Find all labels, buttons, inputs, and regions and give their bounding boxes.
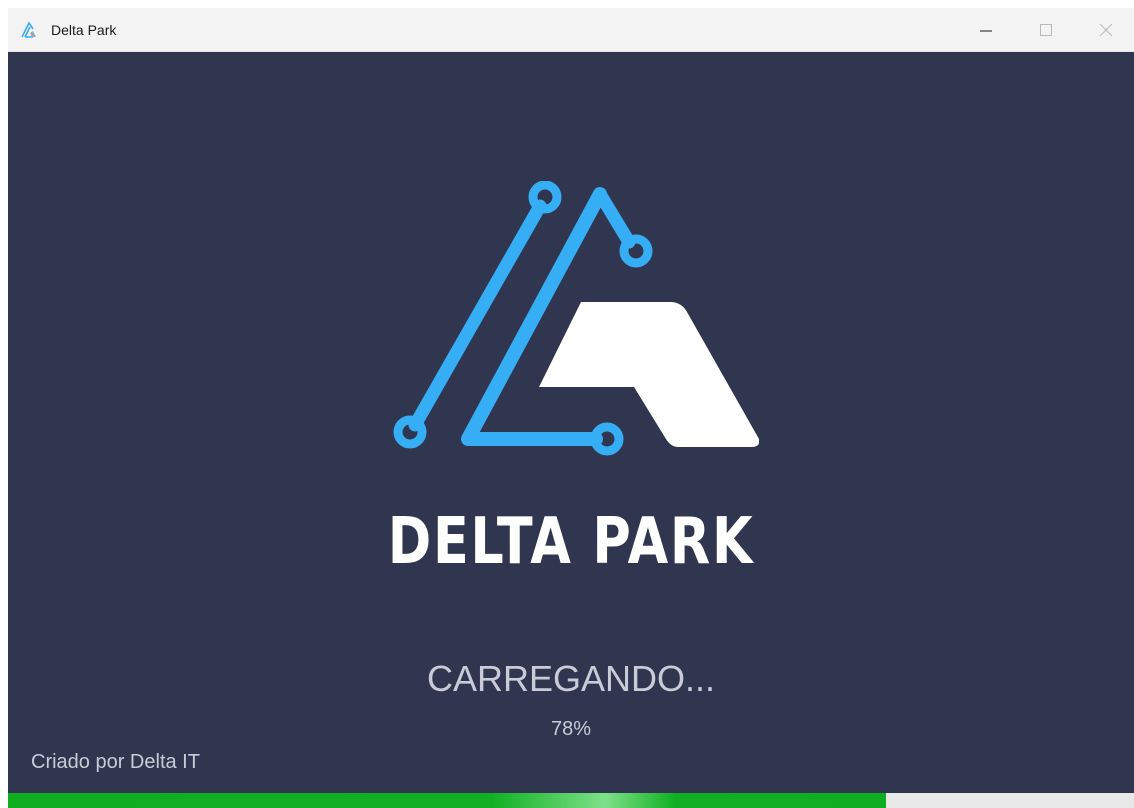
maximize-button[interactable] (1018, 8, 1074, 52)
maximize-icon (1040, 24, 1052, 36)
delta-logo-icon (21, 21, 36, 38)
window-title: Delta Park (51, 22, 117, 38)
brand-name: DELTA PARK (387, 505, 755, 579)
delta-park-logo (393, 181, 759, 456)
progress-bar (8, 793, 1134, 808)
progress-percentage: 78% (550, 718, 592, 740)
close-button[interactable] (1078, 8, 1134, 52)
loading-status: CARREGANDO... (426, 658, 716, 699)
minimize-icon (980, 30, 992, 32)
title-bar[interactable]: Delta Park (8, 8, 1134, 52)
progress-bar-fill (8, 793, 887, 808)
minimize-button[interactable] (958, 8, 1014, 52)
close-icon (1099, 23, 1113, 37)
app-window: Delta Park DELTA PARK CARREGANDO... 78% … (8, 8, 1134, 808)
splash-screen: DELTA PARK CARREGANDO... 78% Criado por … (8, 52, 1134, 808)
credit-label: Criado por Delta IT (31, 751, 200, 773)
